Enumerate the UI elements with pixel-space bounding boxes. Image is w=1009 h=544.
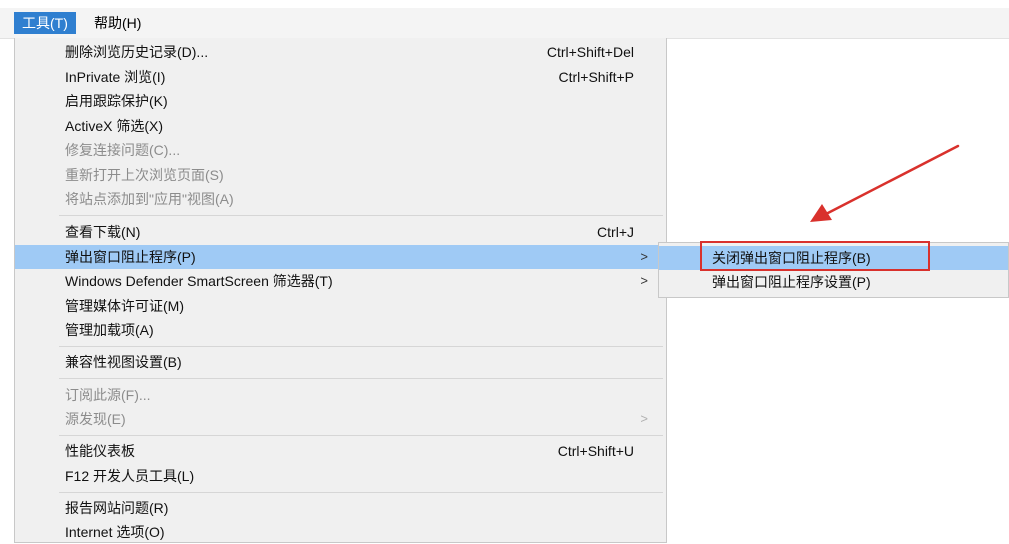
menu-item-activex-filter[interactable]: ActiveX 筛选(X) — [15, 114, 666, 138]
submenu-item-popup-blocker-settings[interactable]: 弹出窗口阻止程序设置(P) — [659, 270, 1008, 294]
menu-item-label: 源发现(E) — [65, 411, 126, 427]
menu-item-developer-tools[interactable]: F12 开发人员工具(L) — [15, 464, 666, 488]
menu-item-shortcut: Ctrl+Shift+P — [558, 69, 634, 85]
menu-item-manage-addons[interactable]: 管理加载项(A) — [15, 318, 666, 342]
menu-item-label: 订阅此源(F)... — [65, 387, 151, 403]
menu-item-popup-blocker[interactable]: 弹出窗口阻止程序(P) > — [15, 245, 666, 269]
chevron-right-icon: > — [640, 411, 648, 426]
menu-separator — [59, 215, 663, 216]
menu-item-fix-connection: 修复连接问题(C)... — [15, 138, 666, 162]
menu-item-shortcut: Ctrl+Shift+Del — [546, 44, 634, 60]
menu-item-label: F12 开发人员工具(L) — [65, 468, 195, 484]
menu-item-label: 管理加载项(A) — [65, 322, 154, 338]
submenu-item-label: 弹出窗口阻止程序设置(P) — [712, 274, 871, 290]
menu-item-label: InPrivate 浏览(I) — [65, 69, 166, 85]
menu-item-label: 修复连接问题(C)... — [65, 142, 181, 158]
menu-item-compat-view[interactable]: 兼容性视图设置(B) — [15, 350, 666, 374]
menu-tools[interactable]: 工具(T) — [14, 12, 76, 34]
menu-item-reopen-session: 重新打开上次浏览页面(S) — [15, 163, 666, 187]
menu-item-label: 弹出窗口阻止程序(P) — [65, 249, 196, 265]
menu-item-label: Internet 选项(O) — [65, 524, 165, 540]
menu-item-inprivate[interactable]: InPrivate 浏览(I) Ctrl+Shift+P — [15, 65, 666, 89]
menu-item-label: ActiveX 筛选(X) — [65, 118, 164, 134]
menu-item-label: 查看下载(N) — [65, 224, 141, 240]
menu-item-tracking-protection[interactable]: 启用跟踪保护(K) — [15, 89, 666, 113]
chevron-right-icon: > — [640, 273, 648, 288]
menu-item-label: 启用跟踪保护(K) — [65, 93, 168, 109]
menu-item-add-to-apps: 将站点添加到"应用"视图(A) — [15, 187, 666, 211]
menu-item-media-licenses[interactable]: 管理媒体许可证(M) — [15, 294, 666, 318]
menu-separator — [59, 378, 663, 379]
menu-item-shortcut: Ctrl+Shift+U — [557, 443, 634, 459]
annotation-arrow-icon — [810, 144, 960, 222]
menu-item-label: 兼容性视图设置(B) — [65, 354, 182, 370]
menu-item-smartscreen[interactable]: Windows Defender SmartScreen 筛选器(T) > — [15, 269, 666, 293]
menu-item-delete-history[interactable]: 删除浏览历史记录(D)... Ctrl+Shift+Del — [15, 40, 666, 64]
menu-help[interactable]: 帮助(H) — [86, 12, 149, 34]
menu-separator — [59, 346, 663, 347]
menu-separator — [59, 435, 663, 436]
menu-item-label: 重新打开上次浏览页面(S) — [65, 167, 224, 183]
menu-separator — [59, 492, 663, 493]
tools-dropdown-menu: 删除浏览历史记录(D)... Ctrl+Shift+Del InPrivate … — [14, 38, 667, 543]
menu-item-shortcut: Ctrl+J — [597, 224, 634, 240]
menu-item-label: 将站点添加到"应用"视图(A) — [65, 191, 234, 207]
menu-item-subscribe-feed: 订阅此源(F)... — [15, 383, 666, 407]
menu-item-label: 报告网站问题(R) — [65, 500, 169, 516]
menu-item-internet-options[interactable]: Internet 选项(O) — [15, 520, 666, 544]
menu-item-view-downloads[interactable]: 查看下载(N) Ctrl+J — [15, 220, 666, 244]
menu-item-label: 管理媒体许可证(M) — [65, 298, 184, 314]
menu-item-label: 性能仪表板 — [65, 443, 135, 459]
menu-item-performance-dashboard[interactable]: 性能仪表板 Ctrl+Shift+U — [15, 439, 666, 463]
menu-item-report-site[interactable]: 报告网站问题(R) — [15, 496, 666, 520]
chevron-right-icon: > — [640, 249, 648, 264]
menu-item-label: Windows Defender SmartScreen 筛选器(T) — [65, 273, 333, 289]
annotation-highlight-box — [700, 241, 930, 271]
menu-bar: 工具(T) 帮助(H) — [0, 8, 1009, 39]
menu-item-label: 删除浏览历史记录(D)... — [65, 44, 209, 60]
menu-item-feed-discovery: 源发现(E) > — [15, 407, 666, 431]
